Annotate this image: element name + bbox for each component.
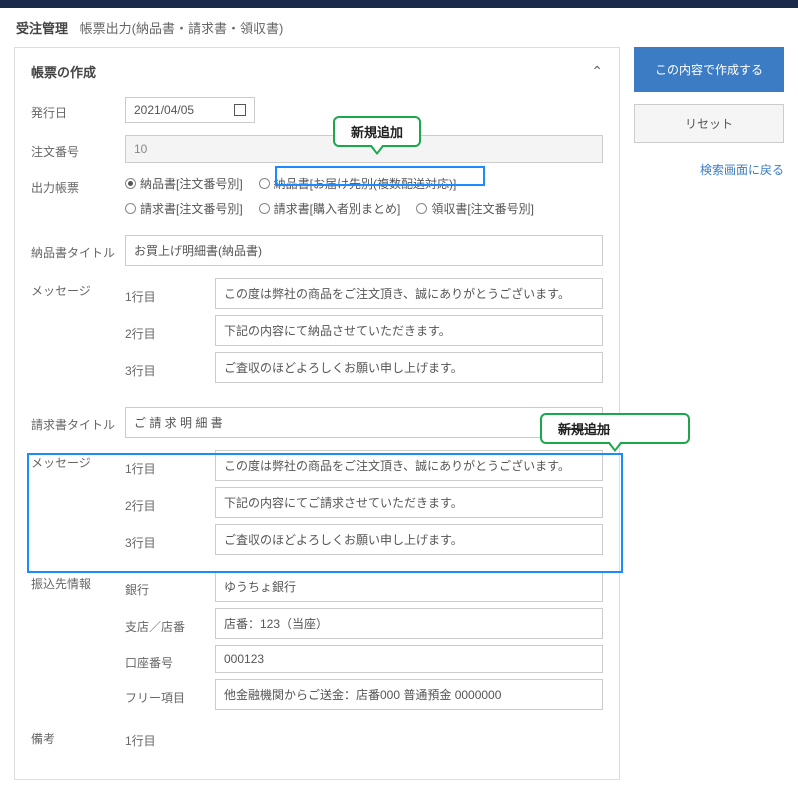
free-label: フリー項目 xyxy=(125,683,215,706)
bank-name-label: 銀行 xyxy=(125,575,215,598)
bill-message-label: メッセージ xyxy=(31,450,125,471)
top-bar xyxy=(0,0,798,8)
main-card: 新規追加 新規追加 帳票の作成 ⌃ 発行日 2021/04/05 注文番号 10… xyxy=(14,47,620,780)
branch-input[interactable]: 店番：123（当座） xyxy=(215,608,603,639)
bank-name-input[interactable]: ゆうちょ銀行 xyxy=(215,571,603,602)
remarks-label: 備考 xyxy=(31,726,125,747)
deliv-title-input[interactable]: お買上げ明細書(納品書) xyxy=(125,235,603,266)
callout-new-2: 新規追加 xyxy=(540,413,690,444)
line3-label: 3行目 xyxy=(125,356,215,379)
reset-button[interactable]: リセット xyxy=(634,104,784,143)
radio-icon xyxy=(125,178,136,189)
radio-bill-by-order[interactable]: 請求書[注文番号別] xyxy=(125,200,243,217)
radio-icon xyxy=(259,203,270,214)
deliv-msg2-input[interactable]: 下記の内容にて納品させていただきます。 xyxy=(215,315,603,346)
line1-label: 1行目 xyxy=(125,282,215,305)
radio-bill-by-buyer[interactable]: 請求書[購入者別まとめ] xyxy=(259,200,401,217)
radio-icon xyxy=(259,178,270,189)
bill-title-label: 請求書タイトル xyxy=(31,412,125,433)
bank-info-label: 振込先情報 xyxy=(31,571,125,592)
deliv-msg1-input[interactable]: この度は弊社の商品をご注文頂き、誠にありがとうございます。 xyxy=(215,278,603,309)
collapse-icon[interactable]: ⌃ xyxy=(591,63,603,80)
bline2-label: 2行目 xyxy=(125,491,215,514)
output-type-label: 出力帳票 xyxy=(31,175,125,196)
line2-label: 2行目 xyxy=(125,319,215,342)
bline1-label: 1行目 xyxy=(125,454,215,477)
callout-new-1: 新規追加 xyxy=(333,116,421,147)
page-title: 受注管理 xyxy=(16,21,68,36)
issue-date-input[interactable]: 2021/04/05 xyxy=(125,97,255,123)
account-input[interactable]: 000123 xyxy=(215,645,603,673)
radio-deliv-by-dest[interactable]: 納品書[お届け先別(複数配送対応)] xyxy=(259,175,457,192)
radio-receipt-by-order[interactable]: 領収書[注文番号別] xyxy=(416,200,534,217)
calendar-icon[interactable] xyxy=(234,104,246,116)
side-panel: この内容で作成する リセット 検索画面に戻る xyxy=(634,47,784,178)
bill-msg1-input[interactable]: この度は弊社の商品をご注文頂き、誠にありがとうございます。 xyxy=(215,450,603,481)
radio-icon xyxy=(416,203,427,214)
issue-date-value: 2021/04/05 xyxy=(134,103,194,117)
bill-msg2-input[interactable]: 下記の内容にてご請求させていただきます。 xyxy=(215,487,603,518)
page-subtitle: 帳票出力(納品書・請求書・領収書) xyxy=(80,21,284,36)
deliv-title-label: 納品書タイトル xyxy=(31,240,125,261)
card-title: 帳票の作成 xyxy=(31,62,96,81)
rline1-label: 1行目 xyxy=(125,726,215,749)
back-to-search-link[interactable]: 検索画面に戻る xyxy=(634,161,784,178)
bill-msg3-input[interactable]: ご査収のほどよろしくお願い申し上げます。 xyxy=(215,524,603,555)
issue-date-label: 発行日 xyxy=(31,100,125,121)
order-no-label: 注文番号 xyxy=(31,139,125,160)
create-button[interactable]: この内容で作成する xyxy=(634,47,784,92)
deliv-msg3-input[interactable]: ご査収のほどよろしくお願い申し上げます。 xyxy=(215,352,603,383)
radio-deliv-by-order[interactable]: 納品書[注文番号別] xyxy=(125,175,243,192)
message-label: メッセージ xyxy=(31,278,125,299)
branch-label: 支店／店番 xyxy=(125,612,215,635)
page-header: 受注管理 帳票出力(納品書・請求書・領収書) xyxy=(0,8,798,47)
bline3-label: 3行目 xyxy=(125,528,215,551)
radio-icon xyxy=(125,203,136,214)
free-input[interactable]: 他金融機関からご送金：店番000 普通預金 0000000 xyxy=(215,679,603,710)
account-label: 口座番号 xyxy=(125,648,215,671)
bill-title-input[interactable]: ご 請 求 明 細 書 xyxy=(125,407,603,438)
